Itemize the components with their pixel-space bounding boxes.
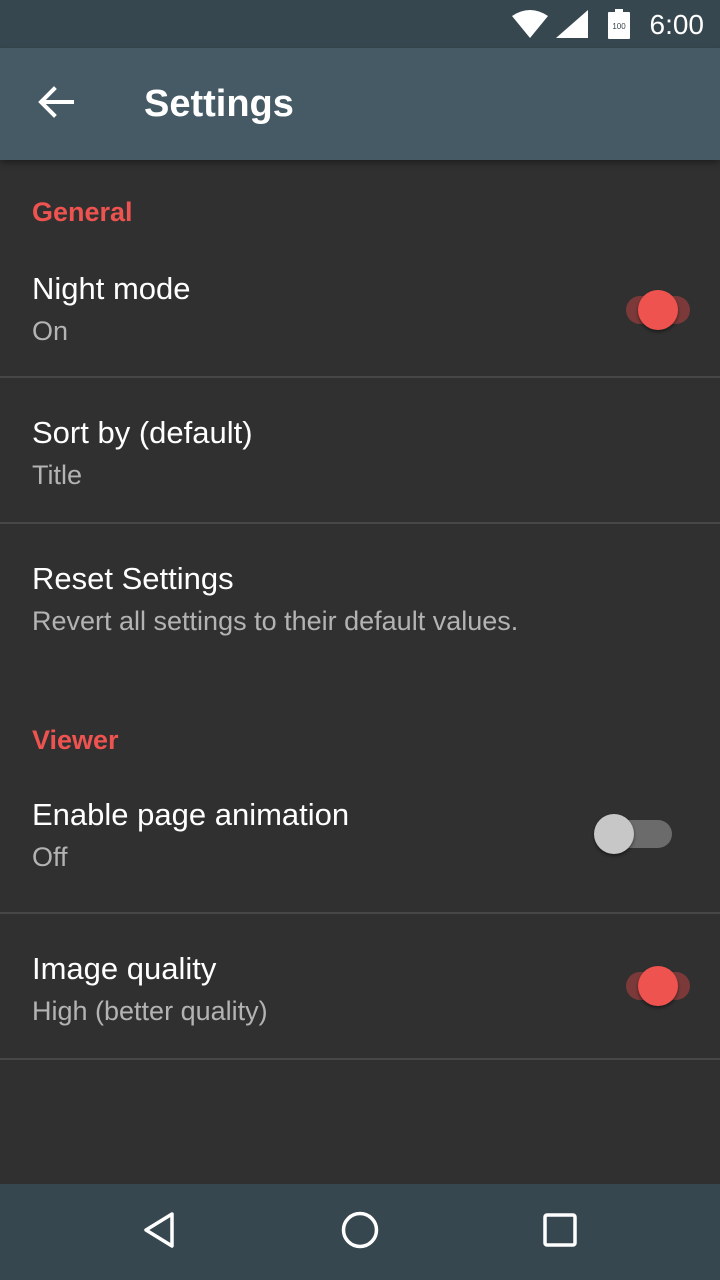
pref-title: Night mode xyxy=(32,271,191,306)
switch-thumb xyxy=(638,966,678,1006)
cell-signal-icon xyxy=(556,10,588,43)
section-header-viewer: Viewer xyxy=(32,725,119,755)
battery-level-text: 100 xyxy=(612,22,626,31)
pref-sort-by[interactable]: Sort by (default) Title xyxy=(0,378,720,524)
back-triangle-icon xyxy=(140,1210,180,1255)
pref-page-animation[interactable]: Enable page animation Off xyxy=(0,768,720,914)
status-bar: 100 6:00 xyxy=(0,0,720,48)
pref-title: Enable page animation xyxy=(32,797,350,832)
pref-title: Image quality xyxy=(32,951,217,986)
switch-thumb xyxy=(638,290,678,330)
settings-screen: 100 6:00 Settings General Night mode On xyxy=(0,0,720,1280)
pref-summary: Off xyxy=(32,842,68,872)
app-bar: Settings xyxy=(0,48,720,160)
night-mode-switch[interactable] xyxy=(612,290,690,330)
wifi-icon xyxy=(512,10,548,43)
settings-list: General Night mode On Sort by (default) … xyxy=(0,160,720,1060)
pref-summary: Title xyxy=(32,460,83,490)
battery-icon: 100 xyxy=(608,9,630,44)
page-title: Settings xyxy=(144,83,294,125)
pref-reset-settings[interactable]: Reset Settings Revert all settings to th… xyxy=(0,524,720,678)
pref-title: Sort by (default) xyxy=(32,415,253,450)
back-button[interactable] xyxy=(24,72,88,136)
pref-summary: Revert all settings to their default val… xyxy=(32,606,519,636)
status-time: 6:00 xyxy=(649,9,705,40)
page-animation-switch[interactable] xyxy=(594,814,672,854)
recents-square-icon xyxy=(540,1210,580,1255)
nav-home-button[interactable] xyxy=(336,1208,384,1256)
pref-night-mode[interactable]: Night mode On xyxy=(0,264,720,378)
pref-image-quality[interactable]: Image quality High (better quality) xyxy=(0,914,720,1060)
arrow-back-icon xyxy=(38,85,74,123)
pref-title: Reset Settings xyxy=(32,561,234,596)
home-circle-icon xyxy=(340,1210,380,1255)
image-quality-switch[interactable] xyxy=(612,966,690,1006)
pref-summary: On xyxy=(32,316,69,346)
nav-recents-button[interactable] xyxy=(536,1208,584,1256)
section-header-general: General xyxy=(32,197,133,227)
navigation-bar xyxy=(0,1184,720,1280)
pref-summary: High (better quality) xyxy=(32,996,268,1026)
switch-thumb xyxy=(594,814,634,854)
nav-back-button[interactable] xyxy=(136,1208,184,1256)
